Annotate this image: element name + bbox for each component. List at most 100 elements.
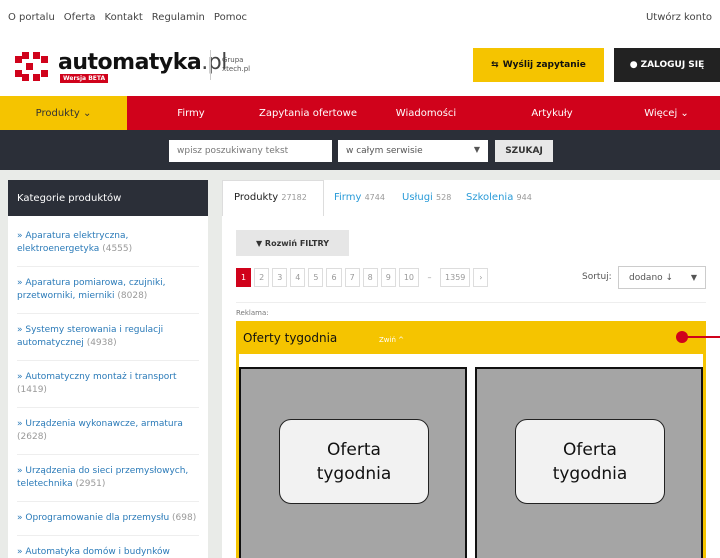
tab-products[interactable]: Produkty 27182 [234,192,307,203]
send-inquiry-button[interactable]: ⇆ Wyślij zapytanie [473,48,604,82]
link-contact[interactable]: Kontakt [105,12,143,23]
page-button[interactable]: 10 [398,268,420,287]
tab-label: Produkty [234,192,279,203]
top-utility-bar: O portalu Oferta Kontakt Regulamin Pomoc… [0,0,720,36]
chevron-down-icon: ▼ [690,273,697,282]
top-links: O portalu Oferta Kontakt Regulamin Pomoc [8,12,247,23]
category-count: (4555) [102,244,133,254]
nav-inquiries[interactable]: Zapytania ofertowe [255,96,361,130]
send-inquiry-label: Wyślij zapytanie [502,60,586,70]
pagination: 1 2 3 4 5 6 7 8 9 10 – 1359 › [236,268,489,287]
brand-main: automatyka [58,50,202,75]
category-item[interactable]: » Systemy sterowania i regulacji automat… [8,324,208,350]
offer-card[interactable]: Oferta tygodnia [239,367,467,558]
category-label: » Automatyka domów i budynków [17,547,170,557]
tab-count: 4744 [364,193,385,202]
header-divider [210,50,211,80]
tab-label: Usługi [402,192,433,203]
main-nav: Produkty ⌄ Firmy Zapytania ofertowe Wiad… [0,96,720,130]
category-count: (2628) [17,432,47,442]
search-button[interactable]: SZUKAJ [495,140,553,162]
sort-label: Sortuj: [582,272,612,282]
tab-count: 528 [436,193,452,202]
page-button[interactable]: 7 [344,268,360,287]
tab-count: 27182 [281,193,307,202]
search-bar: wpisz poszukiwany tekst w całym serwisie… [0,130,720,170]
offer-label: Oferta tygodnia [279,419,429,504]
content-panel: Produkty 27182 Firmy 4744 Usługi 528 Szk… [222,180,720,558]
login-label: ZALOGUJ SIĘ [640,60,705,70]
page-button[interactable]: 3 [272,268,288,287]
sort-value: dodano ↓ [629,272,674,283]
search-input[interactable]: wpisz poszukiwany tekst [169,140,332,162]
group-line-2: xtech.pl [222,65,251,73]
weekly-offers-header: Oferty tygodnia Zwiń ^ [239,324,703,354]
search-scope-select[interactable]: w całym serwisie ▼ [338,140,488,162]
page-button[interactable]: 9 [380,268,396,287]
filter-icon: ▼ [255,238,263,248]
category-count: (4938) [86,338,117,348]
page-button[interactable]: 8 [362,268,378,287]
expand-filters-button[interactable]: ▼ Rozwiń FILTRY [236,230,349,256]
link-offer[interactable]: Oferta [64,12,96,23]
page-button[interactable]: 4 [290,268,306,287]
category-count: (8028) [117,291,148,301]
nav-more[interactable]: Więcej ⌄ [613,96,720,130]
page-button[interactable]: 6 [326,268,342,287]
sidebar-title: Kategorie produktów [8,180,208,216]
category-item[interactable]: » Urządzenia wykonawcze, armatura (2628) [8,418,208,444]
category-label: » Oprogramowanie dla przemysłu [17,513,170,523]
category-item[interactable]: » Automatyczny montaż i transport (1419) [8,371,208,397]
collapse-toggle[interactable]: Zwiń ^ [379,336,404,344]
annotation-line [686,336,720,338]
nav-products[interactable]: Produkty ⌄ [0,96,127,130]
category-item[interactable]: » Aparatura pomiarowa, czujniki, przetwo… [8,277,208,303]
tab-trainings[interactable]: Szkolenia 944 [466,192,532,203]
tab-label: Firmy [334,192,362,203]
link-terms[interactable]: Regulamin [152,12,205,23]
page-button-last[interactable]: 1359 [440,268,471,287]
beta-badge: Wersja BETA [60,74,109,83]
user-icon: ● [629,60,638,70]
category-count: (1419) [17,385,47,395]
offer-card[interactable]: Oferta tygodnia [475,367,703,558]
link-about[interactable]: O portalu [8,12,55,23]
handshake-icon: ⇆ [491,60,499,70]
next-page-button[interactable]: › [473,268,489,287]
category-item[interactable]: » Automatyka domów i budynków [8,546,208,558]
create-account-link[interactable]: Utwórz konto [646,12,712,23]
weekly-offers-box: Oferty tygodnia Zwiń ^ Oferta tygodnia O… [236,321,706,558]
nav-articles[interactable]: Artykuły [491,96,613,130]
category-sidebar: Kategorie produktów » Aparatura elektryc… [8,180,208,558]
ads-label: Reklama: [236,309,269,317]
site-header: automatyka.pl Wersja BETA Grupa xtech.pl… [0,36,720,92]
group-line-1: Grupa [222,56,244,64]
login-button[interactable]: ● ZALOGUJ SIĘ [614,48,720,82]
page-button[interactable]: 2 [254,268,270,287]
category-item[interactable]: » Oprogramowanie dla przemysłu (698) [8,512,208,525]
logo-mark-icon[interactable] [12,52,48,82]
sort-select[interactable]: dodano ↓ ▼ [618,266,706,289]
category-count: (698) [172,513,197,523]
page-button[interactable]: 1 [236,268,252,287]
search-scope-value: w całym serwisie [346,146,423,156]
nav-messages[interactable]: Wiadomości [361,96,491,130]
offer-label: Oferta tygodnia [515,419,665,504]
page-button[interactable]: 5 [308,268,324,287]
page-ellipsis: – [422,268,438,287]
chevron-down-icon: ▼ [473,145,480,154]
weekly-offers-title: Oferty tygodnia [243,331,338,345]
filters-label: Rozwiń FILTRY [264,238,330,248]
category-label: » Urządzenia wykonawcze, armatura [17,419,183,429]
group-label: Grupa xtech.pl [222,56,250,74]
brand-name[interactable]: automatyka.pl [58,50,227,75]
divider [236,302,706,303]
tab-companies[interactable]: Firmy 4744 [334,192,385,203]
tab-services[interactable]: Usługi 528 [402,192,451,203]
category-item[interactable]: » Aparatura elektryczna, elektroenergety… [8,230,208,256]
nav-companies[interactable]: Firmy [127,96,255,130]
link-help[interactable]: Pomoc [214,12,247,23]
tab-label: Szkolenia [466,192,514,203]
category-item[interactable]: » Urządzenia do sieci przemysłowych, tel… [8,465,208,491]
category-label: » Automatyczny montaż i transport [17,372,177,382]
